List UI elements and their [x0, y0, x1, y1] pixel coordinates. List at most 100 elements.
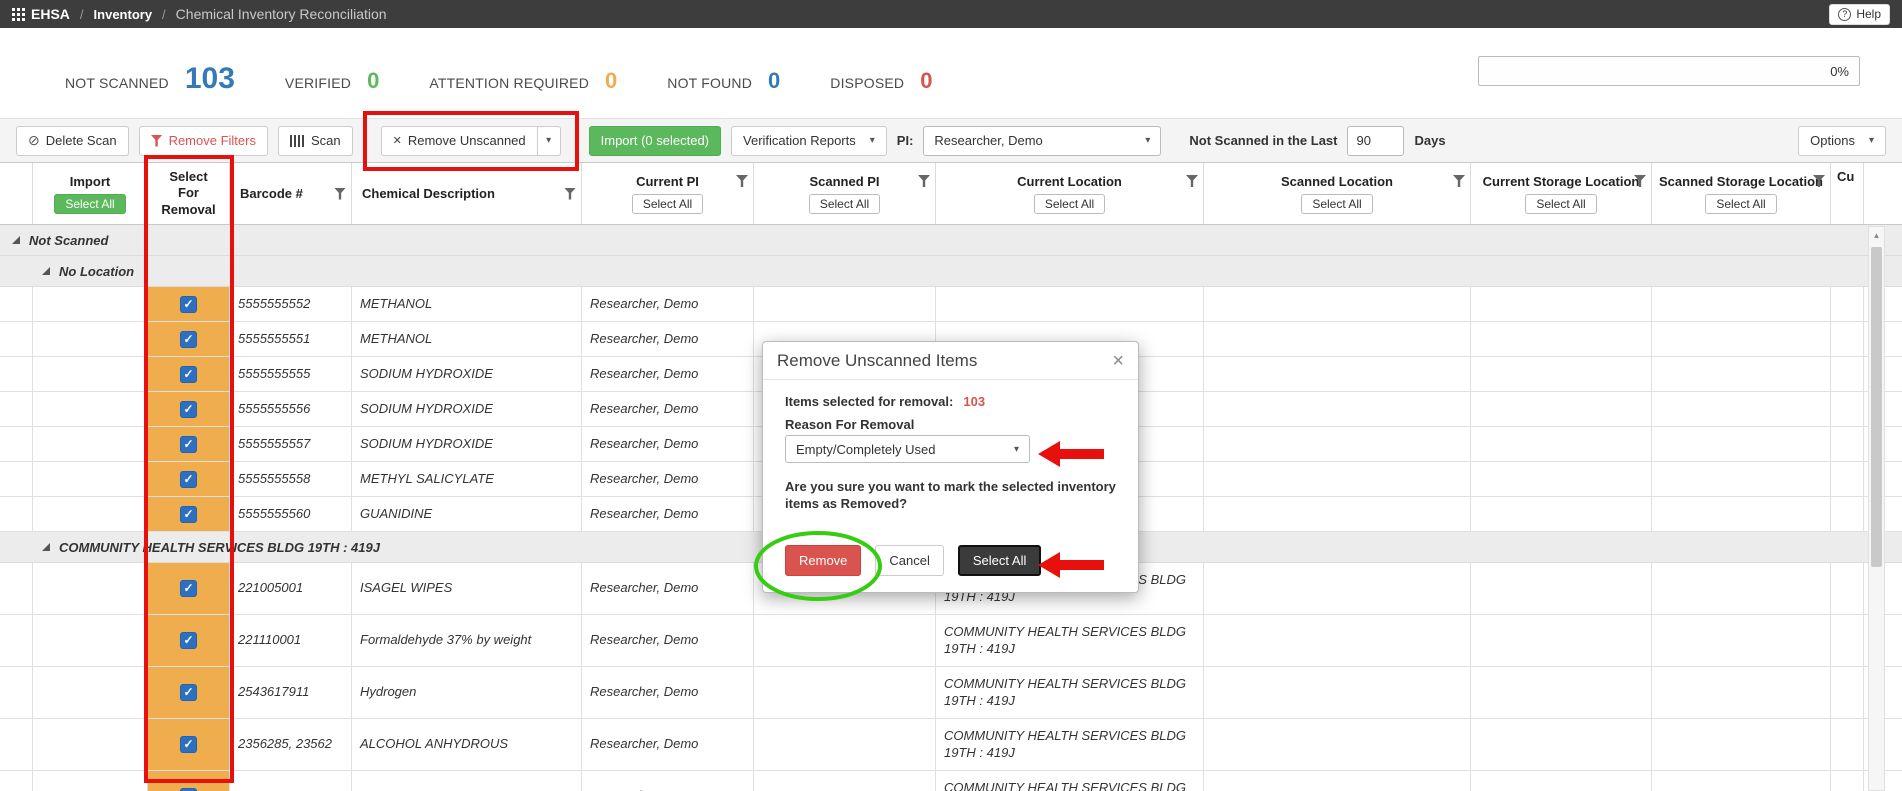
current-pi-cell: Researcher, Demo — [582, 392, 754, 426]
row-checkbox[interactable]: ✓ — [180, 365, 197, 383]
scroll-up-icon[interactable]: ▲ — [1869, 227, 1884, 244]
barcode-cell: 5555555551 — [230, 322, 352, 356]
ehsa-logo[interactable]: EHSA — [12, 6, 70, 22]
select-for-removal-cell: ✓ — [148, 322, 230, 356]
import-button[interactable]: Import (0 selected) — [588, 125, 722, 156]
barcode-cell: 221005001 — [230, 563, 352, 614]
cancel-button[interactable]: Cancel — [875, 544, 944, 576]
import-cell — [33, 563, 148, 614]
row-checkbox[interactable]: ✓ — [180, 580, 197, 597]
row-checkbox[interactable]: ✓ — [180, 505, 197, 523]
current-location-select-all-button[interactable]: Select All — [1033, 193, 1106, 214]
current-location-cell: COMMUNITY HEALTH SERVICES BLDG 19TH : 41… — [936, 667, 1204, 718]
help-button[interactable]: ? Help — [1829, 3, 1890, 25]
scanned-pi-select-all-button[interactable]: Select All — [808, 193, 881, 214]
column-header-chemical-description[interactable]: Chemical Description — [352, 163, 582, 224]
breadcrumb-inventory[interactable]: Inventory — [94, 7, 153, 22]
select-for-removal-cell: ✓ — [148, 392, 230, 426]
import-cell — [33, 287, 148, 321]
barcode-cell: 221110001 — [230, 615, 352, 666]
remove-unscanned-button[interactable]: ✕ Remove Unscanned — [380, 125, 538, 156]
top-bar: EHSA / Inventory / Chemical Inventory Re… — [0, 0, 1902, 28]
row-checkbox[interactable]: ✓ — [180, 400, 197, 418]
scanned-location-select-all-button[interactable]: Select All — [1301, 193, 1373, 214]
close-icon[interactable]: × — [1112, 351, 1124, 371]
column-header-scanned-storage-location[interactable]: Scanned Storage Location Select All — [1652, 163, 1831, 224]
counter-not-found: NOT FOUND 0 — [667, 68, 781, 93]
options-button[interactable]: Options ▾ — [1798, 125, 1886, 156]
scan-button[interactable]: Scan — [277, 125, 353, 156]
row-checkbox[interactable]: ✓ — [180, 470, 197, 488]
group-row-no-location[interactable]: No Location — [0, 256, 1902, 287]
current-pi-cell: Researcher, Demo — [582, 771, 754, 791]
group-label: Not Scanned — [29, 232, 109, 248]
row-checkbox[interactable]: ✓ — [180, 435, 197, 453]
column-header-scanned-pi[interactable]: Scanned PI Select All — [754, 163, 936, 224]
counter-not-scanned: NOT SCANNED 103 — [65, 62, 235, 95]
current-pi-select-all-button[interactable]: Select All — [631, 193, 704, 214]
row-checkbox[interactable]: ✓ — [180, 295, 197, 313]
group-row-not-scanned[interactable]: Not Scanned — [0, 225, 1902, 256]
remove-filters-button[interactable]: Remove Filters — [138, 125, 268, 156]
reason-for-removal-label: Reason For Removal — [785, 417, 915, 432]
select-for-removal-cell: ✓ — [148, 427, 230, 461]
collapse-triangle-icon — [42, 543, 50, 551]
scrollbar-thumb[interactable] — [1871, 247, 1882, 567]
verification-reports-button[interactable]: Verification Reports ▾ — [731, 125, 887, 156]
current-pi-cell: Researcher, Demo — [582, 497, 754, 531]
select-for-removal-cell: ✓ — [148, 771, 230, 791]
column-header-import[interactable]: Import Select All — [33, 163, 148, 224]
grid-icon — [12, 7, 25, 21]
pi-select[interactable]: Researcher, Demo ▾ — [923, 125, 1162, 156]
column-header-current-storage-location[interactable]: Current Storage Location Select All — [1471, 163, 1652, 224]
row-checkbox[interactable]: ✓ — [180, 632, 197, 649]
chemical-description-cell: Formaldehyde 37% by weight — [352, 615, 582, 666]
filter-icon[interactable] — [334, 187, 346, 200]
filter-icon[interactable] — [1453, 175, 1465, 187]
import-cell — [33, 771, 148, 791]
chemical-description-cell: SODIUM HYDROXIDE — [352, 392, 582, 426]
column-header-scanned-location[interactable]: Scanned Location Select All — [1204, 163, 1471, 224]
row-checkbox[interactable]: ✓ — [180, 684, 197, 701]
current-storage-location-select-all-button[interactable]: Select All — [1525, 193, 1597, 214]
filter-icon[interactable] — [564, 187, 576, 200]
brand-label: EHSA — [31, 6, 70, 22]
pi-label: PI: — [896, 133, 914, 148]
select-for-removal-cell: ✓ — [148, 497, 230, 531]
vertical-scrollbar[interactable]: ▲ — [1868, 226, 1885, 791]
remove-unscanned-dropdown-toggle[interactable]: ▾ — [537, 125, 561, 156]
filter-icon[interactable] — [918, 175, 930, 187]
chevron-down-icon: ▾ — [546, 135, 552, 146]
filter-icon — [150, 134, 163, 147]
days-input[interactable] — [1347, 125, 1405, 156]
column-header-barcode[interactable]: Barcode # — [230, 163, 352, 224]
chevron-down-icon: ▾ — [1013, 443, 1019, 455]
remove-button[interactable]: Remove — [785, 544, 862, 576]
table-header: Import Select All Select For Removal Bar… — [0, 163, 1902, 225]
modal-title: Remove Unscanned Items — [777, 350, 978, 370]
column-header-current-pi[interactable]: Current PI Select All — [582, 163, 754, 224]
import-select-all-button[interactable]: Select All — [54, 193, 126, 214]
reason-select[interactable]: Empty/Completely Used ▾ — [785, 435, 1030, 463]
toolbar: ⊘ Delete Scan Remove Filters Scan ✕ Remo… — [0, 110, 1902, 171]
column-header-current-location[interactable]: Current Location Select All — [936, 163, 1204, 224]
barcode-cell: 2543617911 — [230, 667, 352, 718]
filter-icon[interactable] — [736, 175, 748, 187]
delete-scan-button[interactable]: ⊘ Delete Scan — [16, 125, 129, 156]
not-scanned-last-label: Not Scanned in the Last — [1189, 133, 1338, 148]
remove-unscanned-modal: Remove Unscanned Items × Items selected … — [762, 341, 1139, 593]
scanned-storage-location-select-all-button[interactable]: Select All — [1705, 193, 1777, 214]
current-pi-cell: Researcher, Demo — [582, 357, 754, 391]
row-checkbox[interactable]: ✓ — [180, 330, 197, 348]
row-checkbox[interactable]: ✓ — [180, 736, 197, 753]
collapse-triangle-icon — [12, 236, 20, 244]
import-cell — [33, 322, 148, 356]
table-row: ✓2308965SULFURIC ACID, FUMINGResearcher,… — [0, 771, 1902, 791]
modal-select-all-button[interactable]: Select All — [957, 544, 1042, 576]
column-header-cut[interactable]: Cu — [1831, 163, 1864, 224]
filter-icon[interactable] — [1186, 175, 1198, 187]
x-icon: ✕ — [392, 135, 402, 147]
column-header-select-for-removal[interactable]: Select For Removal — [148, 163, 230, 224]
import-cell — [33, 462, 148, 496]
page: EHSA / Inventory / Chemical Inventory Re… — [0, 0, 1902, 791]
